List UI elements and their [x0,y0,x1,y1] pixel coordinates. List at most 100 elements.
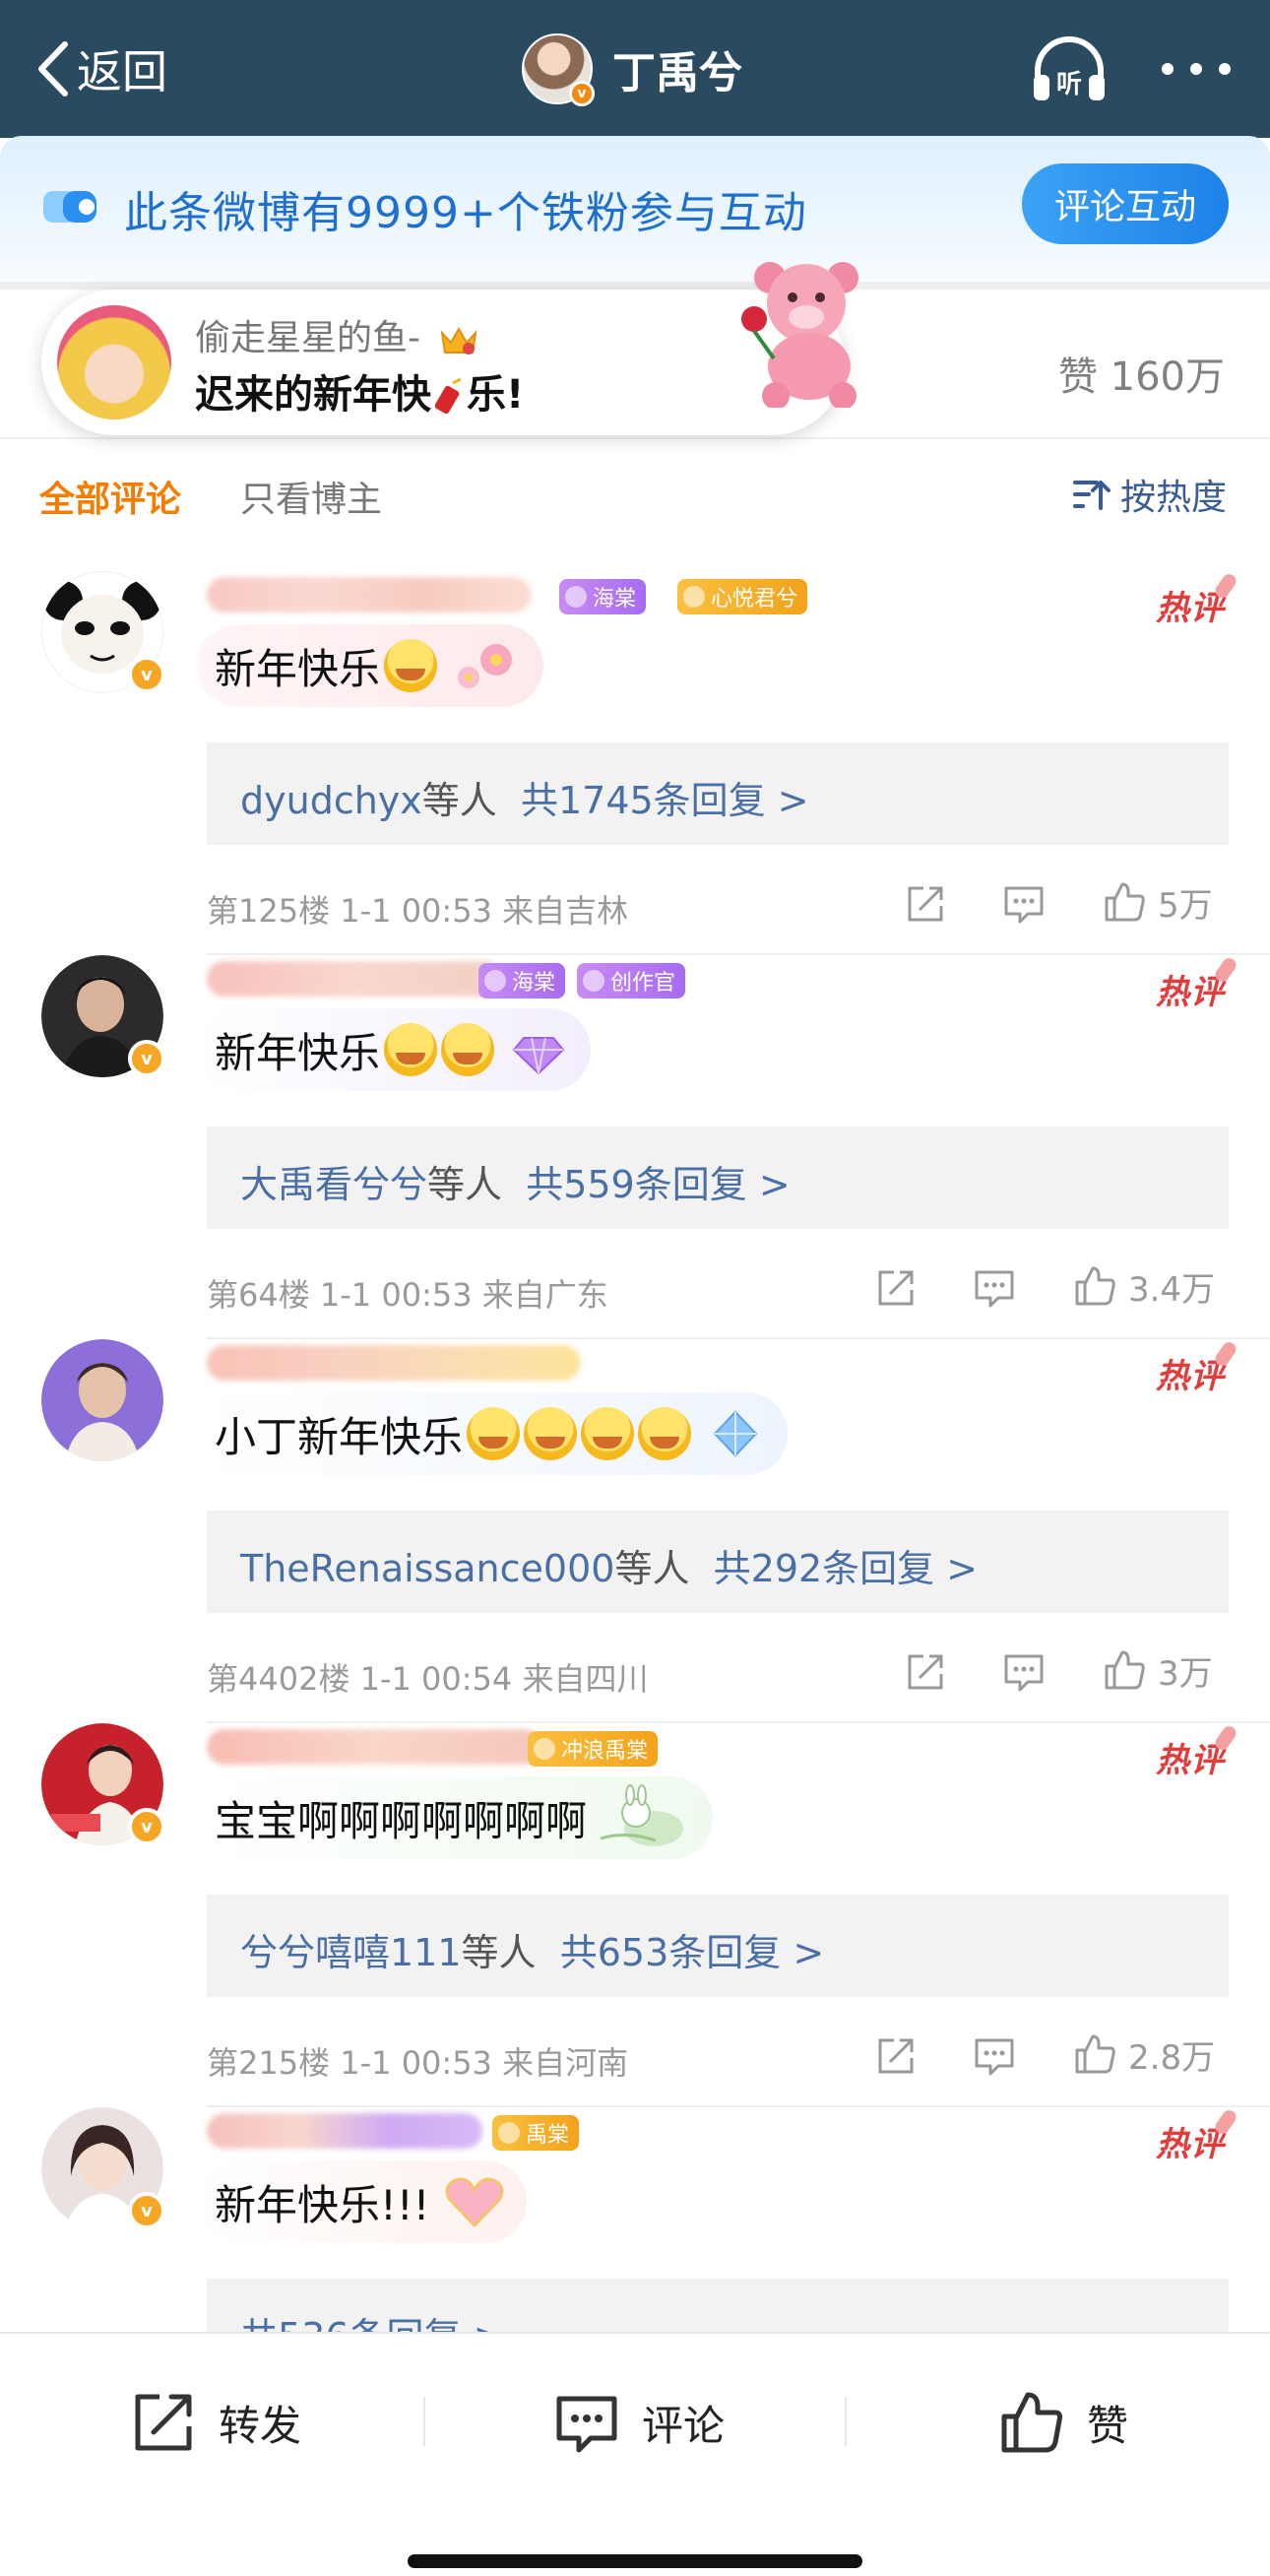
reply-count[interactable]: 共653条回复 > [560,1931,824,1974]
gift-message-part2: 乐! [467,372,525,418]
reply-summary[interactable]: TheRenaissance000等人 共292条回复 > [240,1538,978,1592]
comment-text: 小丁新年快乐 [215,1412,464,1461]
hot-comment-tag: 热评 [1156,581,1225,629]
fan-badge[interactable]: 创作官 [577,963,686,998]
reply-count[interactable]: 共536条回复 > [240,2315,504,2332]
share-icon[interactable] [904,882,947,926]
reply-summary[interactable]: 大禹看兮兮等人 共559条回复 > [240,1154,791,1208]
comment-label: 评论 [642,2401,726,2450]
emoji-icon [524,1407,578,1460]
verified-badge-icon: v [128,1040,165,1077]
home-indicator[interactable] [408,2554,862,2568]
reply-count[interactable]: 共559条回复 > [526,1163,790,1206]
fans-logo-icon [43,191,96,223]
post-like-count[interactable]: 赞 160万 [1058,345,1225,402]
like-count: 2.8万 [1128,2037,1216,2078]
verified-badge-icon: v [569,81,595,106]
reply-summary-box[interactable]: 兮兮嘻嘻111等人 共653条回复 > [207,1895,1229,1997]
reply-comment-icon[interactable] [973,1266,1016,1310]
comment-text: 新年快乐!!! [215,2180,430,2229]
reply-count[interactable]: 共292条回复 > [714,1547,978,1590]
comment-meta: 第125楼 1-1 00:53 来自吉林 [207,892,629,930]
reply-summary-box[interactable]: 共536条回复 > [207,2279,1229,2332]
like-count: 3.4万 [1128,1269,1216,1310]
verified-badge-icon: v [128,1808,165,1845]
comment-interact-button[interactable]: 评论互动 [1022,163,1229,244]
comment-meta: 第64楼 1-1 00:53 来自广东 [207,1276,608,1314]
gift-sender-name: 偷走星星的鱼- [195,309,478,360]
repost-button[interactable]: 转发 [128,2383,301,2462]
comment-icon [556,2396,617,2453]
reply-comment-icon[interactable] [973,2034,1016,2078]
chevron-left-icon [38,41,68,97]
reply-comment-icon[interactable] [1002,882,1046,926]
reply-summary[interactable]: 兮兮嘻嘻111等人 共653条回复 > [240,1922,824,1976]
gift-sender-avatar[interactable] [57,305,171,419]
gift-message-bubble[interactable]: 偷走星星的鱼- 迟来的新年快 乐! [41,262,858,435]
tab-author-only[interactable]: 只看博主 [240,471,382,522]
top-navigation-bar: 返回 v 丁禹兮 听 [0,0,1270,138]
firecracker-icon [434,377,462,415]
author-info[interactable]: v 丁禹兮 [522,30,742,108]
commenter-name-blurred[interactable] [207,577,532,612]
back-label: 返回 [77,45,167,98]
comment-item: v 禹棠 热评 新年快乐!!! 共536条回复 > [0,2107,1270,2332]
fan-badge[interactable]: 海棠 [478,963,566,998]
reply-user[interactable]: 兮兮嘻嘻111 [240,1931,462,1974]
share-icon[interactable] [874,2034,918,2078]
reply-summary[interactable]: 共536条回复 > [240,2306,504,2332]
reply-summary-box[interactable]: dyudchyx等人 共1745条回复 > [207,742,1229,845]
sort-label: 按热度 [1119,478,1227,518]
hot-comment-tag: 热评 [1156,1733,1225,1781]
commenter-name-blurred[interactable] [207,1345,581,1381]
emoji-icon [441,1023,495,1076]
reply-user[interactable]: 大禹看兮兮 [240,1163,427,1206]
bottom-action-bar: 转发 评论 赞 [0,2332,1270,2576]
reply-summary[interactable]: dyudchyx等人 共1745条回复 > [240,770,809,824]
thumbs-up-icon [1105,1650,1145,1690]
comment-button[interactable]: 评论 [551,2383,725,2462]
teddy-bear-gift-icon [741,262,858,408]
like-button[interactable]: 5万 [1101,878,1213,926]
listen-headphones-icon[interactable]: 听 [1030,32,1109,106]
reply-count[interactable]: 共1745条回复 > [521,779,809,822]
commenter-avatar[interactable] [41,1339,163,1461]
reply-summary-box[interactable]: TheRenaissance000等人 共292条回复 > [207,1511,1229,1613]
like-post-button[interactable]: 赞 [996,2383,1128,2462]
more-options-button[interactable] [1162,49,1231,89]
reply-mid: 等人 [614,1547,690,1590]
author-avatar[interactable]: v [522,33,595,106]
like-button[interactable]: 3.4万 [1071,1262,1215,1310]
reply-user[interactable]: TheRenaissance000 [240,1547,614,1590]
emoji-icon [384,639,438,692]
reply-mid: 等人 [427,1163,503,1206]
share-icon[interactable] [904,1650,947,1694]
crown-badge-icon [440,326,477,354]
sort-by-hot-button[interactable]: 按热度 [1071,469,1227,520]
fan-badge[interactable]: 冲浪禹棠 [528,1731,659,1767]
dot-icon [1219,63,1231,75]
author-name[interactable]: 丁禹兮 [612,37,742,100]
commenter-name-blurred[interactable] [207,2113,482,2149]
like-button[interactable]: 2.8万 [1071,2030,1215,2078]
tab-all-comments[interactable]: 全部评论 [39,471,181,522]
comment-item: v 海棠 创作官 热评 新年快乐 大禹看兮兮等人 共559条回复 > 第64楼 … [0,955,1270,1341]
share-icon[interactable] [874,1266,918,1310]
back-button[interactable]: 返回 [33,37,167,100]
fan-badge[interactable]: 禹棠 [492,2115,580,2151]
thumbs-up-icon [1075,1266,1115,1306]
reply-comment-icon[interactable] [1002,1650,1046,1694]
fan-badge[interactable]: 心悦君兮 [677,579,808,614]
commenter-name-blurred[interactable] [207,1729,541,1765]
like-button[interactable]: 3万 [1101,1646,1213,1694]
like-count: 5万 [1158,885,1213,926]
fan-badge[interactable]: 海棠 [559,579,647,614]
emoji-icon [581,1407,635,1460]
comment-bubble: 小丁新年快乐 [197,1392,789,1475]
comment-bubble: 宝宝啊啊啊啊啊啊啊 [197,1776,714,1859]
reply-user[interactable]: dyudchyx [240,779,422,822]
diamond-decoration-icon [713,1410,758,1457]
commenter-name-blurred[interactable] [207,961,502,997]
reply-summary-box[interactable]: 大禹看兮兮等人 共559条回复 > [207,1127,1229,1229]
comment-meta-row: 第215楼 1-1 00:53 来自河南 2.8万 [207,2030,1229,2082]
